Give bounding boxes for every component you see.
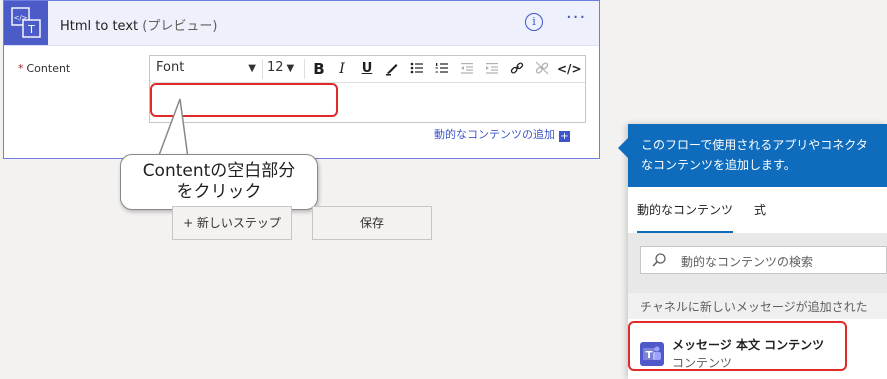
toolbar-divider — [262, 59, 263, 79]
panel-pointer — [618, 138, 628, 158]
panel-tabs: 動的なコンテンツ 式 — [628, 187, 887, 234]
dynamic-item-highlight — [628, 321, 847, 371]
action-title-text: Html to text — [60, 19, 139, 34]
plus-icon: + — [559, 131, 570, 142]
link-icon[interactable] — [507, 60, 527, 78]
font-size-select[interactable]: 12 ▼ — [267, 60, 294, 75]
save-button[interactable]: 保存 — [312, 206, 432, 240]
underline-button[interactable]: U — [357, 60, 377, 78]
panel-header-line-2: なコンテンツを追加します。 — [641, 158, 796, 172]
panel-header: このフローで使用されるアプリやコネクタ なコンテンツを追加します。 — [628, 124, 887, 187]
content-field-label: * Content — [18, 62, 70, 75]
toolbar-divider — [304, 59, 305, 79]
new-step-button[interactable]: + 新しいステップ — [172, 206, 292, 240]
search-area: 動的なコンテンツの検索 — [628, 233, 887, 293]
bold-button[interactable]: B — [309, 60, 329, 78]
svg-text:T: T — [27, 23, 35, 36]
italic-button[interactable]: I — [332, 60, 352, 78]
tab-dynamic-content[interactable]: 動的なコンテンツ — [637, 201, 734, 233]
content-label-text: Content — [26, 62, 71, 75]
highlight-pen-icon[interactable] — [382, 60, 402, 78]
action-title-suffix: (プレビュー) — [138, 19, 218, 34]
callout-line-2: をクリック — [176, 182, 262, 202]
unlink-icon[interactable] — [532, 60, 552, 78]
dynamic-content-search-input[interactable]: 動的なコンテンツの検索 — [640, 246, 887, 274]
required-mark: * — [18, 62, 24, 75]
increase-indent-icon[interactable] — [482, 60, 502, 78]
action-card-header[interactable]: </> T Html to text (プレビュー) i ··· — [4, 1, 599, 46]
html-to-text-action-card: </> T Html to text (プレビュー) i ··· * Conten… — [3, 0, 600, 159]
trigger-section-header[interactable]: チャネルに新しいメッセージが追加された — [628, 293, 887, 319]
add-dynamic-content-link[interactable]: 動的なコンテンツの追加 + — [434, 126, 570, 142]
code-view-button[interactable]: </> — [557, 60, 582, 78]
numbered-list-icon[interactable] — [432, 60, 452, 78]
add-dynamic-content-text: 動的なコンテンツの追加 — [434, 128, 555, 141]
chevron-down-icon: ▼ — [286, 63, 295, 74]
font-family-value: Font — [156, 60, 185, 75]
font-family-select[interactable]: Font ▼ — [156, 60, 256, 78]
search-placeholder: 動的なコンテンツの検索 — [681, 255, 814, 269]
font-size-value: 12 — [267, 60, 284, 75]
chevron-down-icon: ▼ — [248, 63, 256, 74]
callout-line-1: Contentの空白部分 — [142, 161, 296, 181]
more-dots-icon[interactable]: ··· — [566, 9, 586, 27]
callout-tail — [157, 98, 189, 159]
tab-expression[interactable]: 式 — [754, 201, 766, 218]
decrease-indent-icon[interactable] — [457, 60, 477, 78]
search-icon — [652, 253, 666, 267]
editor-toolbar: Font ▼ 12 ▼ B I U </> — [150, 56, 585, 83]
html-to-text-action-icon: </> T — [4, 1, 48, 45]
action-title: Html to text (プレビュー) — [60, 15, 217, 34]
bulleted-list-icon[interactable] — [407, 60, 427, 78]
panel-header-line-1: このフローで使用されるアプリやコネクタ — [641, 138, 868, 152]
instruction-callout: Contentの空白部分 をクリック — [120, 154, 318, 210]
info-icon[interactable]: i — [525, 13, 543, 31]
